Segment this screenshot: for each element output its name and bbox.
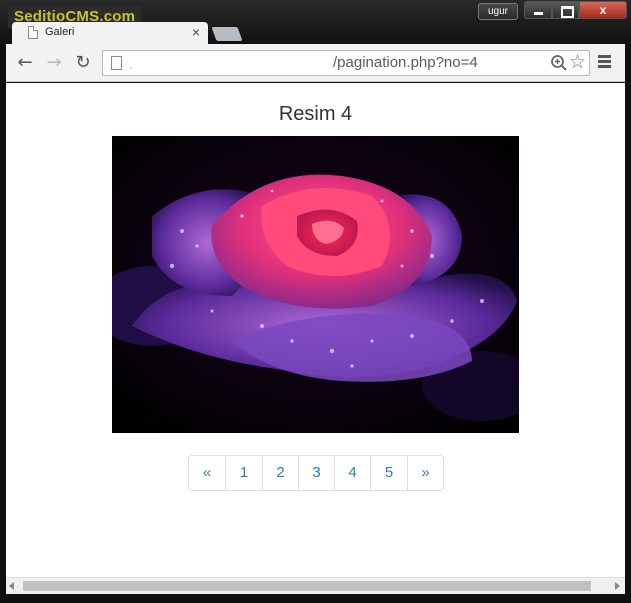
tab-title: Galeri [45,26,75,38]
scroll-left-arrow-icon[interactable] [9,582,14,590]
page-title: Resim 4 [278,103,353,125]
close-window-button[interactable]: x [579,1,627,19]
page-icon [111,56,122,70]
title-bar: SeditioCMS.com Galeri × ugur x [0,0,631,44]
close-icon: x [599,3,607,17]
pagination-page-2[interactable]: 2 [262,456,298,490]
pagination-page-5[interactable]: 5 [370,456,407,490]
page-content: Resim 4 « 1 2 3 4 5 » [6,83,625,577]
address-bar[interactable]: . /pagination.php?no=4 ☆ [102,50,590,76]
pagination-prev[interactable]: « [189,456,225,490]
tab-galeri[interactable]: Galeri × [12,22,208,44]
pagination-page-1[interactable]: 1 [225,456,262,490]
browser-toolbar: ← → ↻ . /pagination.php?no=4 ☆ [6,44,625,82]
menu-icon[interactable] [598,55,612,69]
minimize-button[interactable] [524,1,552,19]
back-button[interactable]: ← [14,52,36,74]
url-path: /pagination.php?no=4 [333,54,478,71]
pagination-next[interactable]: » [407,456,443,490]
document-icon [28,26,38,39]
scroll-thumb[interactable] [23,581,591,591]
zoom-icon[interactable] [550,54,568,72]
rose-image [112,136,519,433]
new-tab-button[interactable] [211,27,243,41]
maximize-button[interactable] [552,1,579,19]
pagination: « 1 2 3 4 5 » [188,455,444,491]
url-host: . [129,56,133,72]
reload-button[interactable]: ↻ [72,52,94,74]
tab-close-icon[interactable]: × [192,24,200,40]
profile-button[interactable]: ugur [478,3,518,20]
forward-button[interactable]: → [43,52,65,74]
scroll-right-arrow-icon[interactable] [615,582,620,590]
bookmark-star-icon[interactable]: ☆ [569,51,586,75]
browser-window: SeditioCMS.com Galeri × ugur x ← → ↻ . /… [0,0,631,603]
pagination-page-4[interactable]: 4 [334,456,370,490]
gallery-image [112,136,519,433]
pagination-page-3[interactable]: 3 [298,456,334,490]
horizontal-scrollbar[interactable] [6,577,625,594]
